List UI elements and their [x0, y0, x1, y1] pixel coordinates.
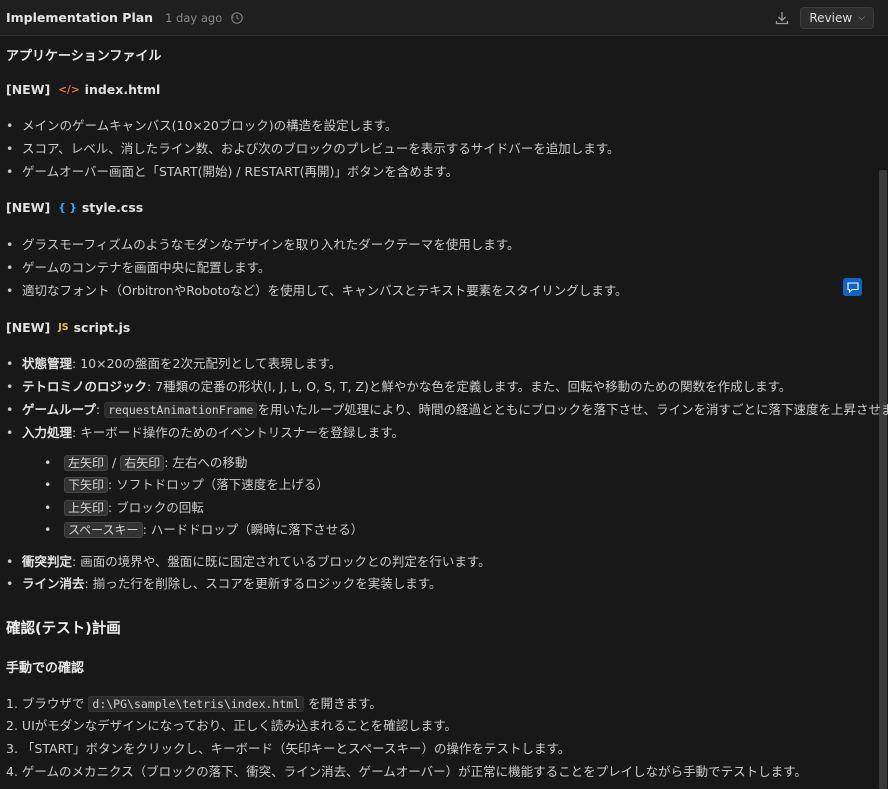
new-tag: [NEW]	[6, 200, 51, 215]
key-chip: 下矢印	[64, 477, 109, 493]
file-name: script.js	[73, 320, 131, 335]
download-icon[interactable]	[774, 10, 790, 26]
step-item: 3. 「START」ボタンをクリックし、キーボード（矢印キーとスペースキー）の操…	[6, 741, 571, 756]
sub-list-item: • 下矢印: ソフトドロップ（落下速度を上げる）	[44, 477, 329, 493]
new-tag: [NEW]	[6, 82, 51, 97]
add-comment-button[interactable]	[843, 278, 862, 296]
sub-list-item: • スペースキー: ハードドロップ（瞬時に落下させる）	[44, 522, 364, 538]
css-braces-icon: { }	[58, 201, 77, 214]
key-chip: スペースキー	[64, 522, 143, 538]
key-chip: 上矢印	[64, 500, 109, 516]
file-heading-index-html: [NEW] </> index.html	[6, 82, 160, 97]
review-button-label: Review	[809, 10, 853, 25]
history-icon[interactable]	[230, 11, 244, 25]
list-item: • 入力処理: キーボード操作のためのイベントリスナーを登録します。	[6, 425, 404, 440]
list-item: • グラスモーフィズムのようなモダンなデザインを取り入れたダークテーマを使用します…	[6, 237, 520, 252]
list-item: • スコア、レベル、消したライン数、および次のブロックのプレビューを表示するサイド…	[6, 141, 620, 156]
manual-verification-heading: 手動での確認	[6, 661, 85, 676]
list-item: • テトロミノのロジック: 7種類の定番の形状(I, J, L, O, S, T,…	[6, 379, 792, 394]
comment-icon	[846, 281, 859, 293]
html-code-icon: </>	[58, 83, 80, 96]
new-tag: [NEW]	[6, 320, 51, 335]
list-item: • ゲームループ: requestAnimationFrame を用いたループ処理に…	[6, 402, 888, 418]
file-heading-script-js: [NEW] JS script.js	[6, 320, 130, 335]
js-icon: JS	[58, 322, 69, 333]
list-item: • 衝突判定: 画面の境界や、盤面に既に固定されているブロックとの判定を行います。	[6, 554, 491, 569]
scrollbar-thumb[interactable]	[879, 170, 887, 789]
list-item: • 適切なフォント（OrbitronやRobotoなど）を使用して、キャンバスとテ…	[6, 283, 628, 298]
app-files-heading: アプリケーションファイル	[6, 49, 162, 64]
list-item: • ライン消去: 揃った行を削除し、スコアを更新するロジックを実装します。	[6, 576, 442, 591]
step-item: 4. ゲームのメカニクス（ブロックの落下、衝突、ライン消去、ゲームオーバー）が正…	[6, 764, 807, 779]
list-item: • メインのゲームキャンバス(10×20ブロック)の構造を設定します。	[6, 118, 398, 133]
list-item: • ゲームオーバー画面と「START(開始) / RESTART(再開)」ボタンを…	[6, 164, 459, 179]
review-button[interactable]: Review ⌵	[800, 6, 874, 29]
sub-list-item: • 上矢印: ブロックの回転	[44, 500, 204, 516]
file-heading-style-css: [NEW] { } style.css	[6, 200, 143, 215]
key-chip: 左矢印	[64, 455, 109, 471]
document-title: Implementation Plan	[6, 10, 154, 25]
chevron-down-icon: ⌵	[858, 12, 865, 23]
inline-code-path: d:\PG\sample\tetris\index.html	[88, 696, 305, 712]
list-item: • 状態管理: 10×20の盤面を2次元配列として表現します。	[6, 356, 342, 371]
inline-code: requestAnimationFrame	[104, 402, 258, 418]
sub-list-item: • 左矢印 / 右矢印: 左右への移動	[44, 455, 248, 471]
editor-header: Implementation Plan 1 day ago Review ⌵	[0, 0, 888, 36]
file-name: style.css	[81, 200, 144, 215]
list-item: • ゲームのコンテナを画面中央に配置します。	[6, 260, 271, 275]
document-timestamp: 1 day ago	[165, 10, 223, 25]
file-name: index.html	[84, 82, 161, 97]
step-item: 2. UIがモダンなデザインになっており、正しく読み込まれることを確認します。	[6, 718, 458, 733]
step-item: 1. ブラウザで d:\PG\sample\tetris\index.html …	[6, 696, 382, 712]
verification-heading: 確認(テスト)計画	[6, 621, 121, 637]
key-chip: 右矢印	[120, 455, 165, 471]
